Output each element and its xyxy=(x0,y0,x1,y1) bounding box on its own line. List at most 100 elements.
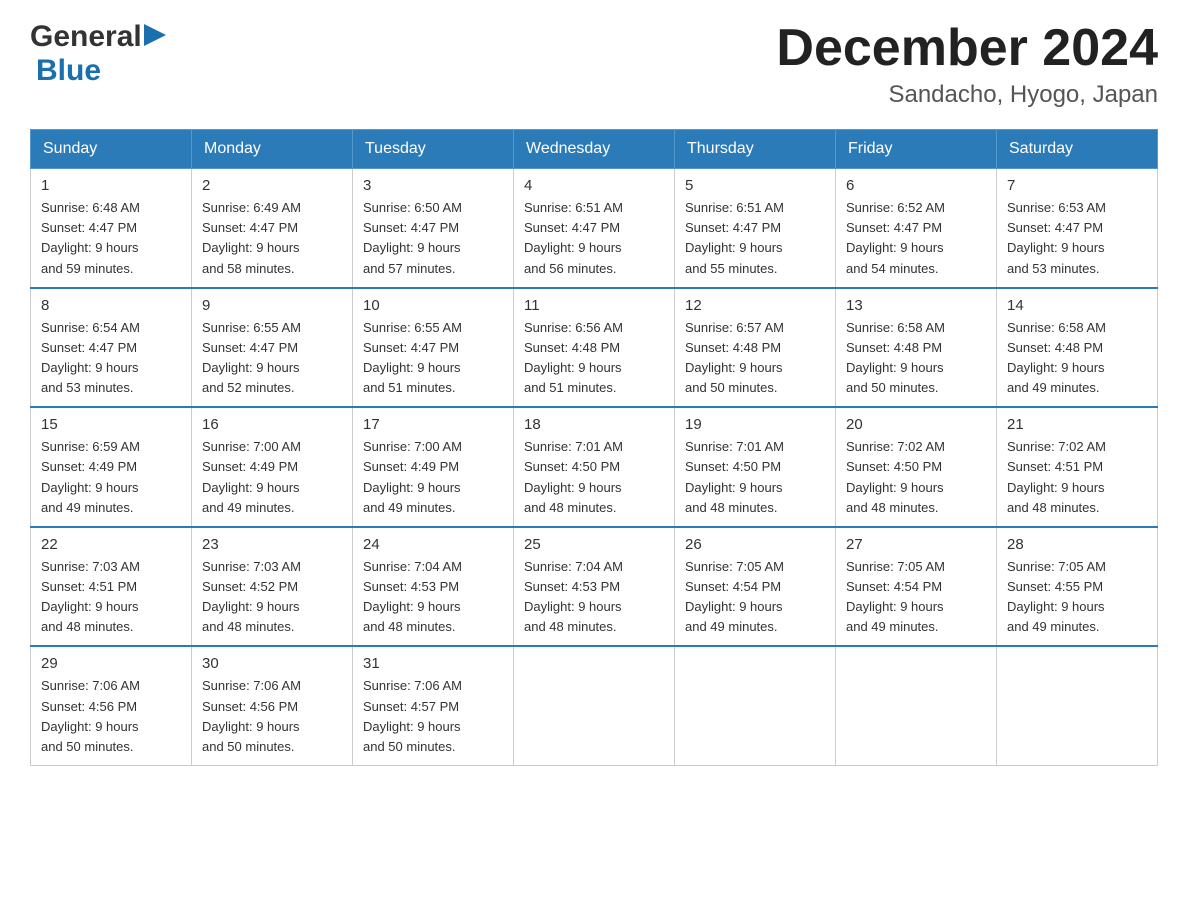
calendar-cell: 18 Sunrise: 7:01 AM Sunset: 4:50 PM Dayl… xyxy=(514,407,675,527)
calendar-cell: 24 Sunrise: 7:04 AM Sunset: 4:53 PM Dayl… xyxy=(353,527,514,647)
calendar-cell: 6 Sunrise: 6:52 AM Sunset: 4:47 PM Dayli… xyxy=(836,169,997,288)
day-number: 23 xyxy=(202,536,342,553)
calendar-cell: 14 Sunrise: 6:58 AM Sunset: 4:48 PM Dayl… xyxy=(997,288,1158,408)
calendar-cell: 13 Sunrise: 6:58 AM Sunset: 4:48 PM Dayl… xyxy=(836,288,997,408)
calendar-cell: 19 Sunrise: 7:01 AM Sunset: 4:50 PM Dayl… xyxy=(675,407,836,527)
page-header: General Blue December 2024 Sandacho, Hyo… xyxy=(30,20,1158,109)
calendar-cell: 9 Sunrise: 6:55 AM Sunset: 4:47 PM Dayli… xyxy=(192,288,353,408)
day-info: Sunrise: 6:54 AM Sunset: 4:47 PM Dayligh… xyxy=(41,318,181,399)
week-row-5: 29 Sunrise: 7:06 AM Sunset: 4:56 PM Dayl… xyxy=(31,646,1158,765)
day-number: 4 xyxy=(524,177,664,194)
weekday-header-friday: Friday xyxy=(836,130,997,169)
weekday-header-tuesday: Tuesday xyxy=(353,130,514,169)
calendar-cell xyxy=(675,646,836,765)
calendar-cell: 27 Sunrise: 7:05 AM Sunset: 4:54 PM Dayl… xyxy=(836,527,997,647)
day-number: 15 xyxy=(41,416,181,433)
day-number: 21 xyxy=(1007,416,1147,433)
month-title: December 2024 xyxy=(776,20,1158,77)
day-info: Sunrise: 6:50 AM Sunset: 4:47 PM Dayligh… xyxy=(363,198,503,279)
day-number: 6 xyxy=(846,177,986,194)
day-info: Sunrise: 6:58 AM Sunset: 4:48 PM Dayligh… xyxy=(846,318,986,399)
day-info: Sunrise: 7:02 AM Sunset: 4:50 PM Dayligh… xyxy=(846,437,986,518)
calendar-cell: 4 Sunrise: 6:51 AM Sunset: 4:47 PM Dayli… xyxy=(514,169,675,288)
calendar-cell xyxy=(836,646,997,765)
day-info: Sunrise: 6:53 AM Sunset: 4:47 PM Dayligh… xyxy=(1007,198,1147,279)
day-number: 20 xyxy=(846,416,986,433)
day-info: Sunrise: 7:00 AM Sunset: 4:49 PM Dayligh… xyxy=(202,437,342,518)
calendar-cell xyxy=(997,646,1158,765)
day-info: Sunrise: 6:51 AM Sunset: 4:47 PM Dayligh… xyxy=(524,198,664,279)
day-info: Sunrise: 7:05 AM Sunset: 4:55 PM Dayligh… xyxy=(1007,557,1147,638)
day-info: Sunrise: 7:06 AM Sunset: 4:56 PM Dayligh… xyxy=(202,676,342,757)
day-info: Sunrise: 6:49 AM Sunset: 4:47 PM Dayligh… xyxy=(202,198,342,279)
day-number: 25 xyxy=(524,536,664,553)
day-info: Sunrise: 7:03 AM Sunset: 4:51 PM Dayligh… xyxy=(41,557,181,638)
day-info: Sunrise: 6:59 AM Sunset: 4:49 PM Dayligh… xyxy=(41,437,181,518)
weekday-header-sunday: Sunday xyxy=(31,130,192,169)
calendar-cell: 29 Sunrise: 7:06 AM Sunset: 4:56 PM Dayl… xyxy=(31,646,192,765)
logo: General Blue xyxy=(30,20,166,88)
day-info: Sunrise: 7:03 AM Sunset: 4:52 PM Dayligh… xyxy=(202,557,342,638)
calendar-cell: 10 Sunrise: 6:55 AM Sunset: 4:47 PM Dayl… xyxy=(353,288,514,408)
day-info: Sunrise: 7:04 AM Sunset: 4:53 PM Dayligh… xyxy=(524,557,664,638)
logo-general-text: General xyxy=(30,20,142,54)
day-number: 1 xyxy=(41,177,181,194)
calendar-cell: 22 Sunrise: 7:03 AM Sunset: 4:51 PM Dayl… xyxy=(31,527,192,647)
calendar-cell: 12 Sunrise: 6:57 AM Sunset: 4:48 PM Dayl… xyxy=(675,288,836,408)
day-info: Sunrise: 7:01 AM Sunset: 4:50 PM Dayligh… xyxy=(524,437,664,518)
day-info: Sunrise: 6:52 AM Sunset: 4:47 PM Dayligh… xyxy=(846,198,986,279)
calendar-cell: 11 Sunrise: 6:56 AM Sunset: 4:48 PM Dayl… xyxy=(514,288,675,408)
day-number: 9 xyxy=(202,297,342,314)
day-info: Sunrise: 6:55 AM Sunset: 4:47 PM Dayligh… xyxy=(202,318,342,399)
day-number: 12 xyxy=(685,297,825,314)
day-number: 16 xyxy=(202,416,342,433)
day-number: 27 xyxy=(846,536,986,553)
day-info: Sunrise: 6:55 AM Sunset: 4:47 PM Dayligh… xyxy=(363,318,503,399)
day-info: Sunrise: 6:56 AM Sunset: 4:48 PM Dayligh… xyxy=(524,318,664,399)
day-number: 7 xyxy=(1007,177,1147,194)
day-number: 3 xyxy=(363,177,503,194)
calendar-cell: 23 Sunrise: 7:03 AM Sunset: 4:52 PM Dayl… xyxy=(192,527,353,647)
calendar-cell: 30 Sunrise: 7:06 AM Sunset: 4:56 PM Dayl… xyxy=(192,646,353,765)
day-number: 30 xyxy=(202,655,342,672)
calendar-cell: 31 Sunrise: 7:06 AM Sunset: 4:57 PM Dayl… xyxy=(353,646,514,765)
calendar-cell: 1 Sunrise: 6:48 AM Sunset: 4:47 PM Dayli… xyxy=(31,169,192,288)
calendar-cell: 21 Sunrise: 7:02 AM Sunset: 4:51 PM Dayl… xyxy=(997,407,1158,527)
week-row-1: 1 Sunrise: 6:48 AM Sunset: 4:47 PM Dayli… xyxy=(31,169,1158,288)
day-info: Sunrise: 7:05 AM Sunset: 4:54 PM Dayligh… xyxy=(846,557,986,638)
calendar-cell: 25 Sunrise: 7:04 AM Sunset: 4:53 PM Dayl… xyxy=(514,527,675,647)
weekday-header-wednesday: Wednesday xyxy=(514,130,675,169)
calendar-cell: 26 Sunrise: 7:05 AM Sunset: 4:54 PM Dayl… xyxy=(675,527,836,647)
day-info: Sunrise: 7:05 AM Sunset: 4:54 PM Dayligh… xyxy=(685,557,825,638)
weekday-header-row: SundayMondayTuesdayWednesdayThursdayFrid… xyxy=(31,130,1158,169)
title-section: December 2024 Sandacho, Hyogo, Japan xyxy=(776,20,1158,109)
calendar-cell: 20 Sunrise: 7:02 AM Sunset: 4:50 PM Dayl… xyxy=(836,407,997,527)
day-number: 19 xyxy=(685,416,825,433)
calendar-cell: 7 Sunrise: 6:53 AM Sunset: 4:47 PM Dayli… xyxy=(997,169,1158,288)
week-row-3: 15 Sunrise: 6:59 AM Sunset: 4:49 PM Dayl… xyxy=(31,407,1158,527)
weekday-header-monday: Monday xyxy=(192,130,353,169)
day-info: Sunrise: 7:04 AM Sunset: 4:53 PM Dayligh… xyxy=(363,557,503,638)
day-number: 26 xyxy=(685,536,825,553)
calendar-cell: 17 Sunrise: 7:00 AM Sunset: 4:49 PM Dayl… xyxy=(353,407,514,527)
calendar-table: SundayMondayTuesdayWednesdayThursdayFrid… xyxy=(30,129,1158,766)
calendar-cell: 28 Sunrise: 7:05 AM Sunset: 4:55 PM Dayl… xyxy=(997,527,1158,647)
calendar-cell: 5 Sunrise: 6:51 AM Sunset: 4:47 PM Dayli… xyxy=(675,169,836,288)
day-info: Sunrise: 7:06 AM Sunset: 4:57 PM Dayligh… xyxy=(363,676,503,757)
day-number: 18 xyxy=(524,416,664,433)
day-info: Sunrise: 7:02 AM Sunset: 4:51 PM Dayligh… xyxy=(1007,437,1147,518)
day-number: 10 xyxy=(363,297,503,314)
day-info: Sunrise: 6:51 AM Sunset: 4:47 PM Dayligh… xyxy=(685,198,825,279)
day-number: 28 xyxy=(1007,536,1147,553)
day-info: Sunrise: 7:06 AM Sunset: 4:56 PM Dayligh… xyxy=(41,676,181,757)
logo-blue-text: Blue xyxy=(36,54,101,88)
day-number: 17 xyxy=(363,416,503,433)
weekday-header-saturday: Saturday xyxy=(997,130,1158,169)
day-number: 13 xyxy=(846,297,986,314)
logo-triangle-icon xyxy=(144,24,166,51)
day-info: Sunrise: 6:57 AM Sunset: 4:48 PM Dayligh… xyxy=(685,318,825,399)
day-number: 14 xyxy=(1007,297,1147,314)
day-info: Sunrise: 6:58 AM Sunset: 4:48 PM Dayligh… xyxy=(1007,318,1147,399)
day-number: 5 xyxy=(685,177,825,194)
day-info: Sunrise: 7:00 AM Sunset: 4:49 PM Dayligh… xyxy=(363,437,503,518)
